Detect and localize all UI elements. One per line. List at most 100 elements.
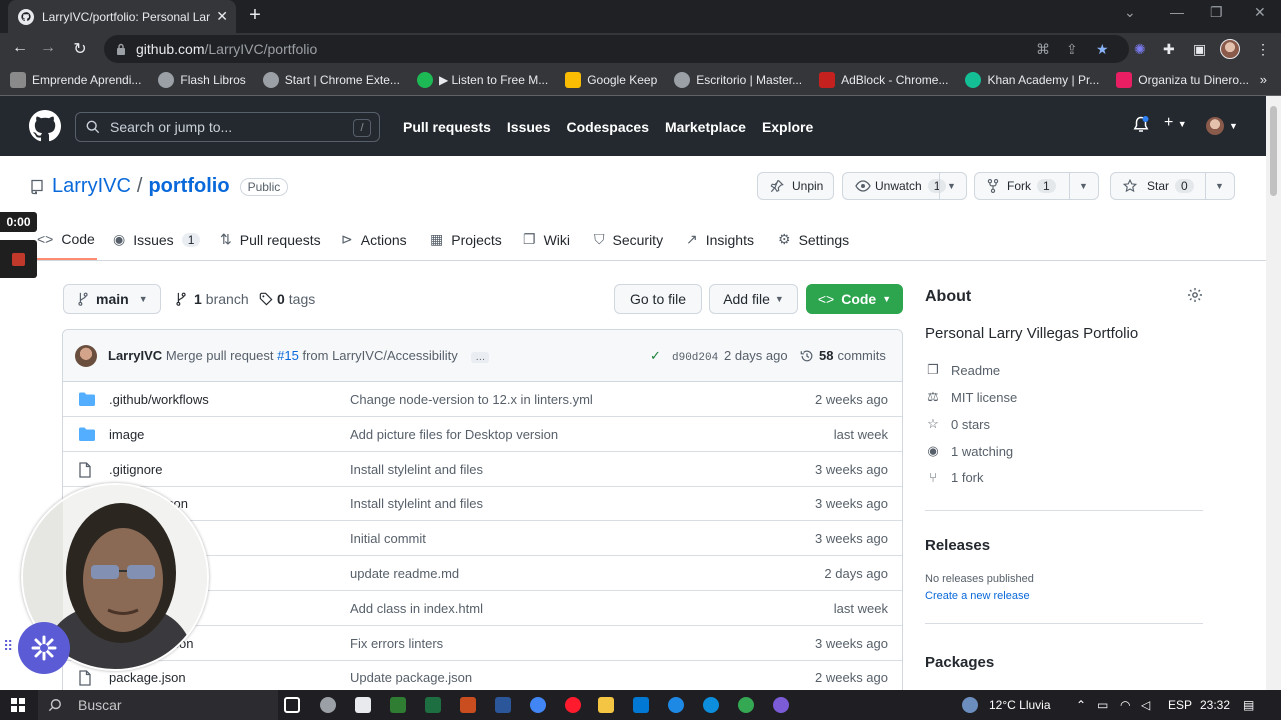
maximize-button[interactable]: ❐ bbox=[1210, 4, 1223, 21]
commit-message-link[interactable]: Initial commit bbox=[350, 531, 426, 546]
commit-sha-link[interactable]: d90d204 bbox=[672, 348, 718, 364]
search-input[interactable]: Search or jump to... / bbox=[75, 112, 380, 142]
stars-link[interactable]: ☆ 0 stars bbox=[925, 416, 990, 432]
calculator-icon[interactable] bbox=[355, 697, 371, 713]
create-new-button[interactable]: + ▼ bbox=[1164, 114, 1187, 132]
pull-request-link[interactable]: #15 bbox=[277, 348, 299, 363]
chrome-icon[interactable] bbox=[530, 697, 546, 713]
notifications-icon[interactable] bbox=[1133, 116, 1149, 134]
recorder-menu-button[interactable] bbox=[18, 622, 70, 674]
table-row[interactable]: .gitignore Install stylelint and files 3 w… bbox=[63, 452, 902, 487]
commit-message-link[interactable]: Fix errors linters bbox=[350, 636, 443, 651]
back-icon[interactable]: ← bbox=[10, 39, 30, 57]
side-panel-icon[interactable]: ▣ bbox=[1193, 41, 1206, 58]
minimize-button[interactable]: — bbox=[1170, 4, 1184, 20]
tab-insights[interactable]: ↗ Insights bbox=[686, 231, 754, 248]
more-bookmarks-icon[interactable]: » bbox=[1260, 72, 1267, 87]
commit-message-link[interactable]: update readme.md bbox=[350, 566, 459, 581]
branch-select-button[interactable]: main ▼ bbox=[63, 284, 161, 314]
create-release-link[interactable]: Create a new release bbox=[925, 590, 1030, 602]
file-name-link[interactable]: package.json bbox=[109, 670, 186, 685]
vscode-icon[interactable] bbox=[633, 697, 649, 713]
readme-link[interactable]: ❐ Readme bbox=[925, 362, 1000, 378]
gear-icon[interactable] bbox=[1187, 287, 1203, 303]
file-name-link[interactable]: image bbox=[109, 427, 144, 442]
powerpoint-icon[interactable] bbox=[460, 697, 476, 713]
recorder-app-icon[interactable] bbox=[773, 697, 789, 713]
github-logo-icon[interactable] bbox=[29, 110, 61, 142]
nav-issues[interactable]: Issues bbox=[507, 119, 551, 135]
bookmark-item[interactable]: Flash Libros bbox=[158, 72, 246, 88]
commit-message-link[interactable]: Update package.json bbox=[350, 670, 472, 685]
chevron-down-icon[interactable]: ▼ bbox=[947, 181, 956, 191]
tab-wiki[interactable]: ❐ Wiki bbox=[523, 231, 570, 248]
user-menu-button[interactable]: ▼ bbox=[1206, 117, 1238, 135]
repo-owner-link[interactable]: LarryIVC bbox=[52, 175, 131, 198]
star-button[interactable]: Star 0 ▼ bbox=[1110, 172, 1235, 200]
weather-text[interactable]: 12°C Lluvia bbox=[989, 698, 1051, 712]
clock[interactable]: 23:32 bbox=[1200, 698, 1230, 712]
commit-message-link[interactable]: Install stylelint and files bbox=[350, 462, 483, 477]
project-app-icon[interactable] bbox=[390, 697, 406, 713]
tray-chevron-icon[interactable]: ⌃ bbox=[1076, 698, 1086, 712]
tab-pull-requests[interactable]: ⇅ Pull requests bbox=[220, 231, 321, 248]
tags-link[interactable]: 0 tags bbox=[259, 291, 315, 307]
check-icon[interactable]: ✓ bbox=[650, 348, 661, 363]
file-explorer-icon[interactable] bbox=[598, 697, 614, 713]
translate-icon[interactable]: ⌘ bbox=[1036, 41, 1050, 58]
bookmark-item[interactable]: ▶ Listen to Free M... bbox=[416, 72, 548, 88]
edge-icon[interactable] bbox=[703, 697, 719, 713]
firefox-icon[interactable] bbox=[668, 697, 684, 713]
extension-icon[interactable]: ✺ bbox=[1134, 41, 1146, 58]
file-name-link[interactable]: .github/workflows bbox=[109, 392, 209, 407]
nav-explore[interactable]: Explore bbox=[762, 119, 813, 135]
stop-recording-button[interactable] bbox=[0, 240, 37, 278]
code-button[interactable]: <> Code ▼ bbox=[806, 284, 903, 314]
commit-message-link[interactable]: Add picture files for Desktop version bbox=[350, 427, 558, 442]
share-icon[interactable]: ⇪ bbox=[1066, 41, 1078, 58]
wifi-icon[interactable]: ◠ bbox=[1120, 698, 1130, 712]
extensions-puzzle-icon[interactable]: ✚ bbox=[1163, 41, 1175, 58]
expand-commit-button[interactable]: … bbox=[471, 352, 490, 363]
branches-link[interactable]: 1 branch bbox=[176, 291, 249, 307]
tab-security[interactable]: ⛉ Security bbox=[594, 231, 663, 248]
close-window-button[interactable]: ✕ bbox=[1254, 4, 1266, 21]
commit-message-link[interactable]: Add class in index.html bbox=[350, 601, 483, 616]
tab-code[interactable]: <> Code bbox=[37, 231, 95, 247]
bookmark-item[interactable]: AdBlock - Chrome... bbox=[819, 72, 948, 88]
bookmark-item[interactable]: Google Keep bbox=[565, 72, 657, 88]
bookmark-item[interactable]: Organiza tu Dinero... bbox=[1116, 72, 1249, 88]
tab-issues[interactable]: ◉ Issues 1 bbox=[113, 231, 201, 248]
nav-codespaces[interactable]: Codespaces bbox=[567, 119, 649, 135]
packages-heading[interactable]: Packages bbox=[925, 654, 994, 671]
windows-start-icon[interactable] bbox=[11, 698, 25, 712]
page-scrollbar[interactable] bbox=[1266, 96, 1281, 690]
reload-icon[interactable]: ↻ bbox=[70, 39, 90, 59]
task-view-icon[interactable] bbox=[284, 697, 300, 713]
unwatch-button[interactable]: Unwatch 1 ▼ bbox=[842, 172, 967, 200]
nav-marketplace[interactable]: Marketplace bbox=[665, 119, 746, 135]
watchers-link[interactable]: ◉ 1 watching bbox=[925, 443, 1013, 459]
commit-author-link[interactable]: LarryIVC bbox=[108, 348, 162, 363]
chrome-menu-icon[interactable]: ⋮ bbox=[1256, 41, 1270, 58]
address-bar[interactable]: github.com/LarryIVC/portfolio bbox=[104, 35, 1129, 63]
table-row[interactable]: .github/workflows Change node-version to … bbox=[63, 382, 902, 417]
network-icon[interactable]: ▭ bbox=[1097, 698, 1108, 712]
commit-message-link[interactable]: Install stylelint and files bbox=[350, 496, 483, 511]
commit-text-tail[interactable]: from LarryIVC/Accessibility bbox=[302, 348, 457, 363]
bookmark-item[interactable]: Escritorio | Master... bbox=[674, 72, 802, 88]
volume-icon[interactable]: ◁ bbox=[1141, 698, 1150, 712]
bookmark-item[interactable]: Khan Academy | Pr... bbox=[965, 72, 1099, 88]
commit-text[interactable]: Merge pull request bbox=[166, 348, 274, 363]
notifications-center-icon[interactable]: ▤ bbox=[1243, 698, 1254, 712]
bookmark-star-icon[interactable]: ★ bbox=[1096, 41, 1109, 58]
word-icon[interactable] bbox=[495, 697, 511, 713]
forks-link[interactable]: ⑂ 1 fork bbox=[925, 470, 983, 485]
forward-icon[interactable]: → bbox=[38, 39, 58, 57]
browser-tab[interactable]: LarryIVC/portfolio: Personal Larr ✕ bbox=[8, 0, 236, 33]
tab-settings[interactable]: ⚙ Settings bbox=[778, 231, 849, 248]
nav-pull-requests[interactable]: Pull requests bbox=[403, 119, 491, 135]
file-name-link[interactable]: .gitignore bbox=[109, 462, 162, 477]
chrome-active-icon[interactable] bbox=[738, 697, 754, 713]
drag-handle-icon[interactable]: ⠿ bbox=[3, 638, 13, 655]
